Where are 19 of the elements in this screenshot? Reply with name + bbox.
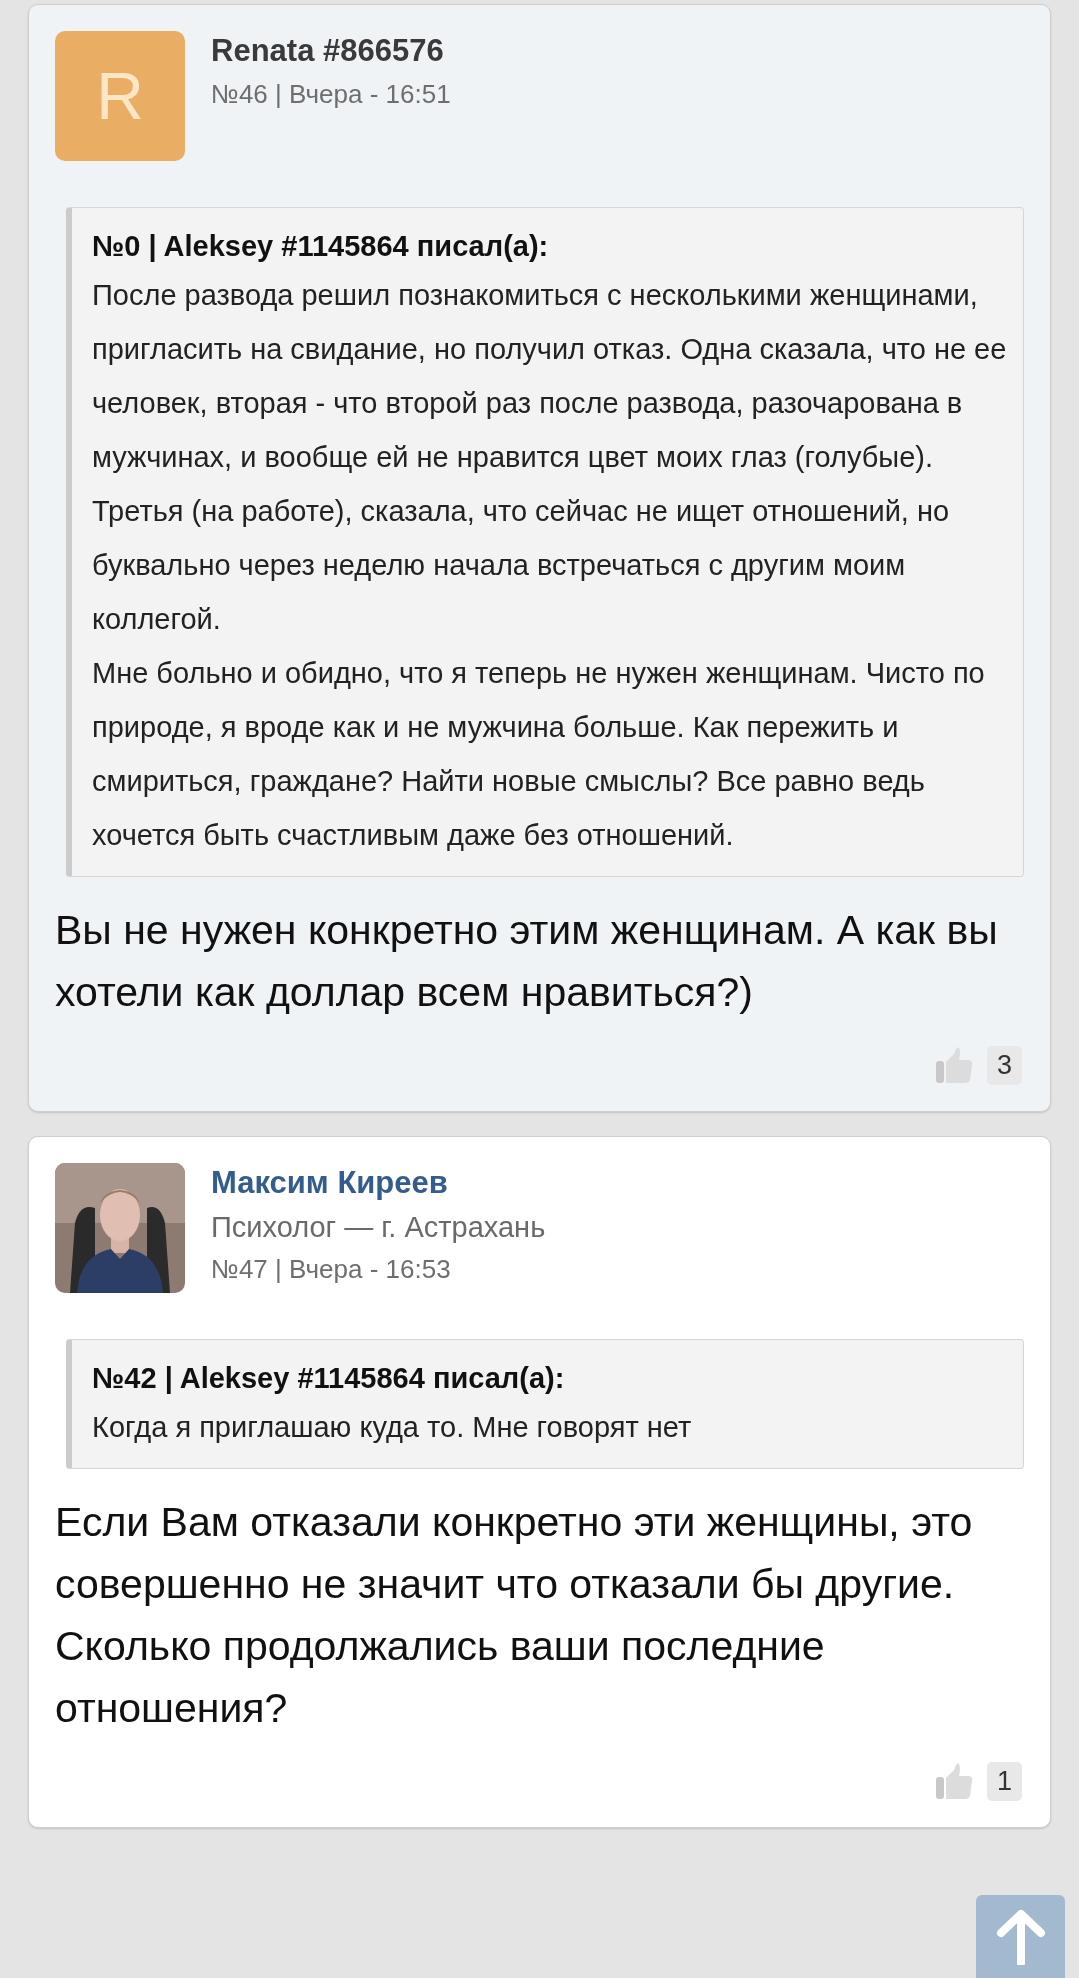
post-text: Если Вам отказали конкретно эти женщины, это совершенно не значит что отказали бы другие. Сколько продолжались ваши последние отношения? bbox=[55, 1498, 974, 1733]
thumbs-up-icon[interactable] bbox=[934, 1045, 975, 1085]
scroll-top-button[interactable] bbox=[976, 1895, 1065, 1978]
author-role: Психолог — г. Астрахань bbox=[211, 1211, 546, 1244]
author-name[interactable]: Максим Киреев bbox=[211, 1165, 546, 1201]
post-meta: №47 | Вчера - 16:53 bbox=[211, 1254, 452, 1285]
like-count: 1 bbox=[986, 1761, 1022, 1801]
thumbs-up-icon[interactable] bbox=[934, 1761, 975, 1801]
quote-text: Когда я приглашаю куда то. Мне говорят нет bbox=[92, 1410, 693, 1445]
post-text: Вы не нужен конкретно этим женщинам. А как вы хотели как доллар всем нравиться?) bbox=[55, 906, 999, 1017]
quote-header: №42 | Aleksey #1145864 писал(а): bbox=[92, 1361, 566, 1396]
post-meta: №46 | Вчера - 16:51 bbox=[211, 79, 451, 110]
quote-header: №0 | Aleksey #1145864 писал(а): bbox=[92, 229, 550, 264]
quote-text: После развода решил познакомиться с несколькими женщинами, пригласить на свидание, но получил отказ. Одна сказала, что не ее человек, вторая - что второй раз после развода, разочарована в мужчинах, и вообще ей не нравится цвет моих глаз (голубые). Третья (на работе), сказала, что сейчас не ищет отношений, но буквально через неделю начала встречаться с другим моим коллегой. bbox=[92, 278, 1008, 637]
author-name: Renata #866576 bbox=[211, 33, 445, 69]
arrow-up-icon bbox=[995, 1908, 1046, 1965]
like-count: 3 bbox=[986, 1045, 1022, 1085]
quote-text: Мне больно и обидно, что я теперь не нужен женщинам. Чисто по природе, я вроде как и не мужчина больше. Как пережить и смириться, граждане? Найти новые смыслы? Все равно ведь хочется быть счастливым даже без отношений. bbox=[92, 656, 986, 853]
avatar: R bbox=[55, 31, 185, 161]
